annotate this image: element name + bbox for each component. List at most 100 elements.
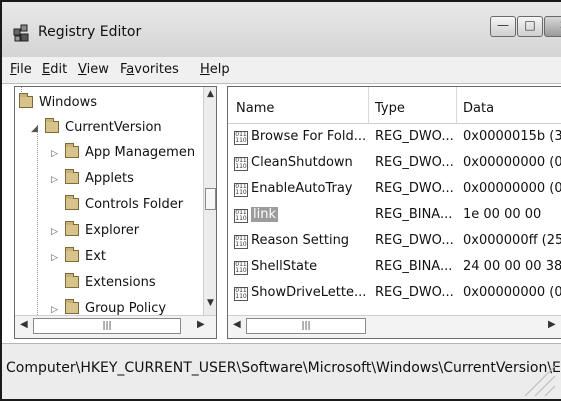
maximize-icon: □ xyxy=(524,18,536,32)
tree-item-label: Extensions xyxy=(85,275,156,290)
expand-arrow-icon[interactable]: ▷ xyxy=(51,227,61,237)
folder-icon xyxy=(65,273,79,288)
column-type[interactable]: Type xyxy=(375,101,405,116)
reg-binary-value-icon: 011 110 xyxy=(234,157,248,171)
value-name: ShowDriveLette... xyxy=(251,285,367,300)
value-name: CleanShutdown xyxy=(251,155,353,170)
tree-item-applets[interactable]: ▷ Applets xyxy=(51,169,134,193)
scroll-down-icon[interactable]: ▼ xyxy=(204,298,216,314)
value-type: REG_DWO... xyxy=(375,181,454,196)
tree-item-explorer[interactable]: ▷ Explorer xyxy=(51,221,140,245)
tree-item-label: CurrentVersion xyxy=(65,120,162,135)
minimize-icon: — xyxy=(497,18,509,32)
value-type: REG_DWO... xyxy=(375,155,454,170)
scroll-up-icon[interactable]: ▲ xyxy=(204,89,216,105)
menu-file[interactable]: File xyxy=(10,62,32,77)
tree-item-ext[interactable]: ▷ Ext xyxy=(51,247,106,271)
folder-icon xyxy=(65,143,79,158)
tree-item-currentversion[interactable]: ◢ CurrentVersion xyxy=(31,118,162,142)
menu-help[interactable]: Help xyxy=(200,62,230,77)
close-button[interactable]: ✕ xyxy=(544,16,561,37)
scroll-left-icon[interactable]: ◀ xyxy=(233,319,241,330)
menu-favorites[interactable]: Favorites xyxy=(120,62,179,77)
tree-item-label: App Managemen xyxy=(85,145,196,160)
expand-arrow-icon[interactable]: ▷ xyxy=(51,149,61,159)
key-tree-pane[interactable]: Windows ◢ CurrentVersion ▷ App Managemen ▷… xyxy=(14,86,217,339)
minimize-button[interactable]: — xyxy=(490,16,516,37)
folder-icon xyxy=(19,93,33,108)
value-type: REG_DWO... xyxy=(375,285,454,300)
menu-edit[interactable]: Edit xyxy=(42,62,67,77)
value-row-selected[interactable]: 011 110 link REG_BINA... 1e 00 00 00 xyxy=(228,205,561,227)
window-controls: — □ ✕ xyxy=(490,16,561,39)
menu-view[interactable]: View xyxy=(78,62,109,77)
tree-item-controls-folder[interactable]: Controls Folder xyxy=(51,195,183,219)
column-header: Name Type Data xyxy=(228,87,561,124)
reg-binary-value-icon: 011 110 xyxy=(234,261,248,275)
list-horizontal-scrollbar[interactable]: ◀ ||| ▶ xyxy=(228,315,561,338)
collapse-arrow-icon[interactable]: ◢ xyxy=(31,124,41,134)
value-type: REG_BINA... xyxy=(375,259,453,274)
value-type: REG_BINA... xyxy=(375,207,453,222)
value-row[interactable]: 011 110 Browse For Fold... REG_DWO... 0x00… xyxy=(228,127,561,149)
scroll-left-icon[interactable]: ◀ xyxy=(20,319,28,330)
scroll-thumb[interactable] xyxy=(205,188,216,210)
value-data: 1e 00 00 00 xyxy=(463,207,542,222)
tree-item-app-management[interactable]: ▷ App Managemen xyxy=(51,143,196,167)
values-list-pane[interactable]: Name Type Data 011 110 Browse For Fold... … xyxy=(227,86,561,339)
value-data: 0x00000000 (0) xyxy=(463,181,561,196)
window-title: Registry Editor xyxy=(38,24,142,40)
tree-item-windows[interactable]: Windows xyxy=(19,93,98,117)
column-divider[interactable] xyxy=(456,87,457,123)
scroll-thumb[interactable]: ||| xyxy=(246,318,366,334)
expand-arrow-icon[interactable]: ▷ xyxy=(51,253,61,263)
key-path: Computer\HKEY_CURRENT_USER\Software\Micr… xyxy=(6,360,561,376)
value-row[interactable]: 011 110 Reason Setting REG_DWO... 0x000000… xyxy=(228,231,561,253)
resize-grip-icon[interactable] xyxy=(517,358,557,398)
folder-icon xyxy=(65,195,79,210)
tree-vertical-scrollbar[interactable]: ▲ ▼ xyxy=(203,87,216,316)
expand-arrow-icon[interactable]: ▷ xyxy=(51,305,61,315)
value-row[interactable]: 011 110 EnableAutoTray REG_DWO... 0x000000… xyxy=(228,179,561,201)
value-data: 0x000000ff (255) xyxy=(463,233,561,248)
status-bar: Computer\HKEY_CURRENT_USER\Software\Micr… xyxy=(2,343,561,399)
expand-arrow-icon[interactable]: ▷ xyxy=(51,175,61,185)
value-row[interactable]: 011 110 ShowDriveLette... REG_DWO... 0x000… xyxy=(228,283,561,305)
value-data: 0x0000015b (347 xyxy=(463,129,561,144)
reg-binary-value-icon: 011 110 xyxy=(234,183,248,197)
scroll-right-icon[interactable]: ▶ xyxy=(197,319,205,330)
tree-horizontal-scrollbar[interactable]: ◀ ||| ▶ xyxy=(15,315,216,338)
maximize-button[interactable]: □ xyxy=(517,16,543,37)
tree-item-extensions[interactable]: Extensions xyxy=(51,273,156,297)
title-bar[interactable]: Registry Editor — □ ✕ xyxy=(2,2,561,57)
tree-item-label: Applets xyxy=(85,171,134,186)
value-name: link xyxy=(251,207,278,222)
value-name: EnableAutoTray xyxy=(251,181,353,196)
scroll-right-icon[interactable]: ▶ xyxy=(548,319,556,330)
value-row[interactable]: 011 110 CleanShutdown REG_DWO... 0x0000000… xyxy=(228,153,561,175)
folder-icon xyxy=(65,221,79,236)
value-name: Browse For Fold... xyxy=(251,129,367,144)
column-divider[interactable] xyxy=(368,87,369,123)
column-name[interactable]: Name xyxy=(236,101,274,116)
value-name: ShellState xyxy=(251,259,318,274)
tree-item-label: Windows xyxy=(39,95,98,110)
value-row[interactable]: 011 110 ShellState REG_BINA... 24 00 00 00… xyxy=(228,257,561,279)
reg-binary-value-icon: 011 110 xyxy=(234,131,248,145)
reg-binary-value-icon: 011 110 xyxy=(234,235,248,249)
value-type: REG_DWO... xyxy=(375,233,454,248)
menu-bar: File Edit View Favorites Help xyxy=(2,57,561,84)
value-data: 0x00000000 (0) xyxy=(463,285,561,300)
close-icon: ✕ xyxy=(545,18,561,32)
column-data[interactable]: Data xyxy=(463,101,494,116)
registry-editor-icon xyxy=(13,24,29,42)
value-name: Reason Setting xyxy=(251,233,350,248)
scroll-thumb[interactable]: ||| xyxy=(33,318,181,334)
reg-binary-value-icon: 011 110 xyxy=(234,287,248,301)
value-type: REG_DWO... xyxy=(375,129,454,144)
value-data: 24 00 00 00 38 38 xyxy=(463,259,561,274)
folder-icon xyxy=(65,247,79,262)
tree-line xyxy=(37,125,38,315)
tree-item-label: Group Policy xyxy=(85,301,167,316)
tree-item-label: Explorer xyxy=(85,223,140,238)
